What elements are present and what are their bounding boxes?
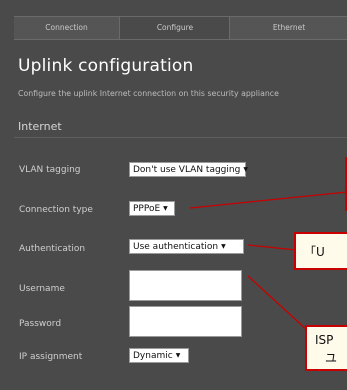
callout-pointer-lines	[189, 191, 347, 331]
callout-authentication: 「U	[294, 232, 347, 270]
callout-isp-line1: ISP	[315, 333, 334, 347]
pointer-line-connection-type	[189, 191, 347, 209]
callout-isp-line2: ユ	[325, 351, 338, 365]
pointer-line-authentication	[247, 244, 297, 251]
callout-isp-credentials: ISP ユ	[305, 325, 347, 371]
pointer-line-username	[247, 275, 308, 331]
